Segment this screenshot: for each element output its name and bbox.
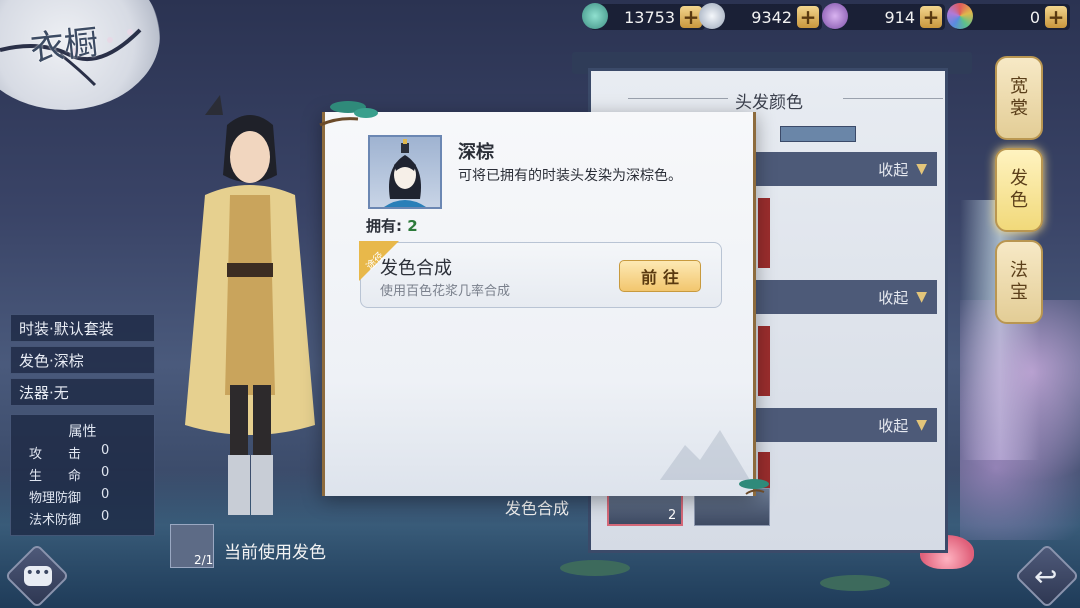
- attribute-row: 物理防御 0: [29, 487, 109, 506]
- mountain-mist-decoration: [660, 430, 750, 480]
- outfit-tag: 时装·默认套装: [10, 314, 155, 342]
- blossom-tree-backdrop: [960, 300, 1080, 540]
- chevron-down-icon: ▼: [916, 161, 927, 177]
- attributes-panel: 属性 攻 击 0 生 命 0 物理防御 0 法术防御 0: [10, 414, 155, 536]
- chevron-down-icon: ▼: [916, 289, 927, 305]
- collapse-section-button[interactable]: 收起 ▼: [745, 152, 937, 186]
- add-currency-button[interactable]: +: [920, 6, 942, 28]
- collapse-label: 收起: [878, 288, 909, 307]
- add-currency-button[interactable]: +: [797, 6, 819, 28]
- current-hair-count: 2/1: [194, 553, 214, 567]
- goto-button[interactable]: 前往: [619, 260, 701, 292]
- title-divider: [843, 98, 943, 99]
- jade-gem-icon: [582, 3, 608, 29]
- attribute-value: 0: [101, 487, 110, 502]
- tab-hair-color[interactable]: 发 色: [995, 148, 1043, 232]
- item-description: 可将已拥有的时装头发染为深棕色。: [458, 168, 682, 184]
- hair-dye-item-icon: [368, 135, 442, 209]
- collapse-label: 收起: [878, 416, 909, 435]
- attribute-name: 法术防御: [29, 513, 82, 528]
- collapse-section-button[interactable]: 收起 ▼: [745, 280, 937, 314]
- chevron-down-icon: ▼: [916, 417, 927, 433]
- attribute-name: 物理防御: [29, 491, 82, 506]
- owned-count: 拥有: 2: [366, 215, 418, 236]
- owned-label: 拥有:: [366, 217, 408, 235]
- add-currency-button[interactable]: +: [1045, 6, 1067, 28]
- hair-option-count: 2: [668, 508, 677, 523]
- attribute-name: 生 命: [29, 469, 82, 484]
- title-divider: [628, 98, 728, 99]
- currency-value: 914: [884, 7, 915, 27]
- source-title: 发色合成: [380, 258, 452, 279]
- currency-value: 0: [1029, 7, 1040, 27]
- current-hair-label: 当前使用发色: [224, 543, 326, 563]
- currency-bound-gem: 914 +: [822, 3, 945, 30]
- pine-ornament-icon: [319, 101, 378, 127]
- tab-outfit[interactable]: 宽 裳: [995, 56, 1043, 140]
- hair-swatch-strip[interactable]: [780, 126, 856, 142]
- attribute-row: 法术防御 0: [29, 509, 109, 528]
- hair-synthesis-label: 发色合成: [505, 499, 570, 518]
- attribute-name: 攻 击: [29, 447, 82, 462]
- currency-silver: 9342 +: [699, 3, 822, 30]
- currency-jade: 13753 +: [582, 3, 705, 30]
- hair-color-tag: 发色·深棕: [10, 346, 155, 374]
- game-logo: 衣橱: [28, 22, 101, 70]
- currency-value: 9342: [751, 7, 792, 27]
- card-edge: [758, 198, 770, 268]
- rainbow-gem-icon: [947, 3, 973, 29]
- tab-label: 法 宝: [1010, 259, 1028, 304]
- currency-rainbow-gem: 0 +: [947, 3, 1070, 30]
- hair-portrait-icon: [384, 139, 426, 207]
- lily-pad: [560, 560, 630, 576]
- player-character: [185, 95, 315, 515]
- source-subtitle: 使用百色花浆几率合成: [380, 284, 511, 299]
- tab-artifact[interactable]: 法 宝: [995, 240, 1043, 324]
- collapse-label: 收起: [878, 160, 909, 179]
- currency-value: 13753: [624, 7, 675, 27]
- collapse-section-button[interactable]: 收起 ▼: [745, 408, 937, 442]
- attributes-header: 属性: [68, 424, 97, 440]
- silver-ingot-icon: [699, 3, 725, 29]
- artifact-tag: 法器·无: [10, 378, 155, 406]
- attribute-row: 生 命 0: [29, 465, 109, 484]
- chat-icon: •••: [24, 566, 52, 586]
- attribute-value: 0: [101, 465, 110, 480]
- attribute-row: 攻 击 0: [29, 443, 109, 462]
- card-edge: [758, 326, 770, 396]
- back-arrow-icon: ↩: [1034, 560, 1058, 593]
- attribute-value: 0: [101, 443, 110, 458]
- hair-color-panel-title: 头发颜色: [735, 93, 803, 113]
- tab-label: 宽 裳: [1010, 75, 1028, 120]
- item-name: 深棕: [458, 142, 494, 163]
- owned-number: 2: [407, 217, 418, 235]
- lily-pad: [820, 575, 890, 591]
- lock-gem-icon: [822, 3, 848, 29]
- tab-label: 发 色: [1010, 167, 1028, 212]
- attribute-value: 0: [101, 509, 110, 524]
